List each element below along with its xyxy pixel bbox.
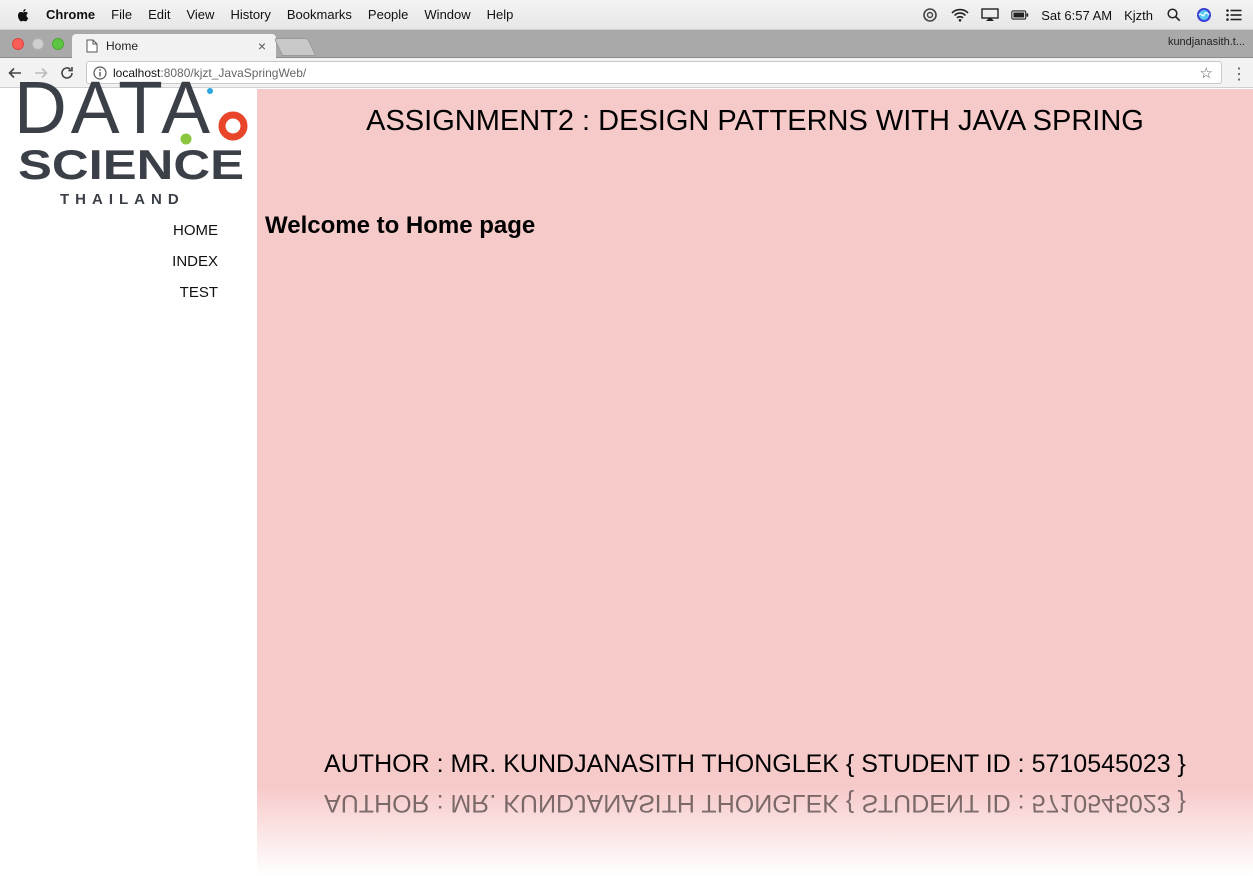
menu-app-name[interactable]: Chrome — [46, 7, 95, 22]
notification-center-icon[interactable] — [1225, 6, 1243, 24]
spotlight-icon[interactable] — [1165, 6, 1183, 24]
wifi-icon[interactable] — [951, 6, 969, 24]
profile-name[interactable]: kundjanasith.t... — [1168, 36, 1245, 48]
menu-help[interactable]: Help — [487, 7, 514, 22]
current-user[interactable]: Kjzth — [1124, 8, 1153, 23]
close-window-button[interactable] — [12, 38, 24, 50]
new-tab-button[interactable] — [273, 38, 317, 56]
menu-file[interactable]: File — [111, 7, 132, 22]
nav-link-index[interactable]: INDEX — [0, 250, 218, 281]
logo-line-2: SCIENCE — [18, 141, 244, 188]
logo-line-3: THAILAND — [60, 191, 185, 208]
page-heading: ASSIGNMENT2 : DESIGN PATTERNS WITH JAVA … — [366, 105, 1144, 137]
browser-tab-strip: Home × kundjanasith.t... — [0, 30, 1253, 58]
welcome-text: Welcome to Home page — [265, 212, 536, 239]
macos-menu-bar: Chrome File Edit View History Bookmarks … — [0, 0, 1253, 30]
close-tab-button[interactable]: × — [258, 38, 266, 54]
siri-icon[interactable] — [1195, 6, 1213, 24]
tab-home[interactable]: Home × — [72, 34, 276, 58]
tab-title: Home — [106, 39, 139, 53]
author-footer-reflection: AUTHOR : MR. KUNDJANASITH THONGLEK { STU… — [324, 789, 1186, 817]
menu-people[interactable]: People — [368, 7, 408, 22]
minimize-window-button[interactable] — [32, 38, 44, 50]
nav-link-test[interactable]: TEST — [0, 281, 218, 312]
creative-cloud-icon[interactable] — [921, 6, 939, 24]
url-host: localhost — [113, 65, 161, 80]
menu-edit[interactable]: Edit — [148, 7, 170, 22]
apple-icon[interactable] — [14, 6, 32, 24]
bookmark-star-icon[interactable]: ☆ — [1200, 64, 1213, 82]
sidebar: DATA SCIENCE THAILAND HOME INDEX TEST — [0, 81, 257, 876]
document-icon — [86, 39, 98, 53]
info-icon[interactable] — [93, 65, 107, 80]
main-nav: HOME INDEX TEST — [0, 219, 218, 312]
main-content: ASSIGNMENT2 : DESIGN PATTERNS WITH JAVA … — [257, 89, 1253, 788]
nav-link-home[interactable]: HOME — [0, 219, 218, 250]
fullscreen-window-button[interactable] — [52, 38, 64, 50]
menu-bookmarks[interactable]: Bookmarks — [287, 7, 352, 22]
menu-bar-status-area: Sat 6:57 AM Kjzth — [909, 0, 1243, 30]
web-page: DATA SCIENCE THAILAND HOME INDEX TEST AS… — [0, 81, 1253, 876]
menu-window[interactable]: Window — [424, 7, 470, 22]
author-footer: AUTHOR : MR. KUNDJANASITH THONGLEK { STU… — [324, 750, 1186, 778]
footer-reflection: AUTHOR : MR. KUNDJANASITH THONGLEK { STU… — [257, 788, 1253, 876]
url-path: :8080/kjzt_JavaSpringWeb/ — [160, 65, 307, 80]
menu-history[interactable]: History — [230, 7, 270, 22]
data-science-thailand-logo: DATA SCIENCE THAILAND — [14, 81, 248, 208]
menu-view[interactable]: View — [186, 7, 214, 22]
clock[interactable]: Sat 6:57 AM — [1041, 8, 1112, 23]
chrome-menu-icon[interactable]: ⋮ — [1231, 64, 1247, 84]
window-controls — [12, 38, 72, 50]
airplay-icon[interactable] — [981, 6, 999, 24]
battery-icon[interactable] — [1011, 6, 1029, 24]
